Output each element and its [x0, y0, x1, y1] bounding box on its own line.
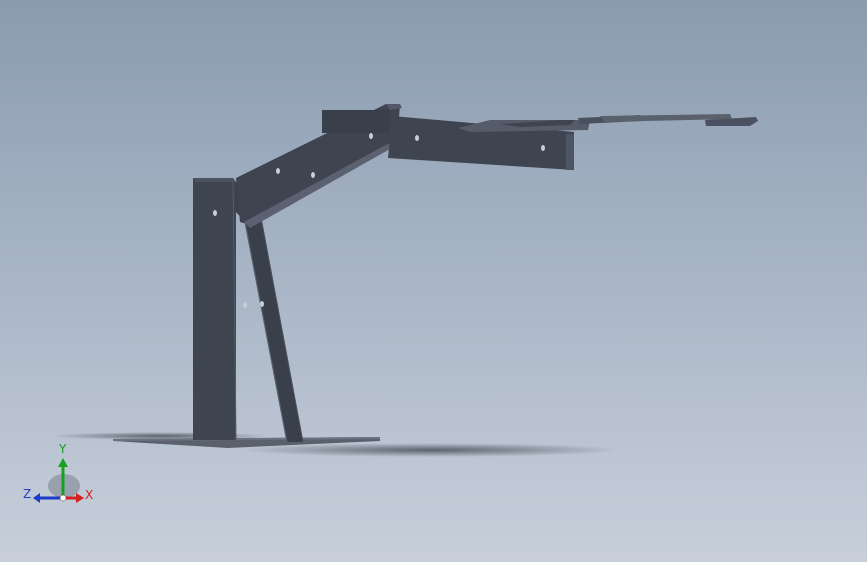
vertical-column [193, 177, 237, 441]
y-axis-label: Y [59, 442, 67, 456]
z-axis-label: Z [23, 487, 32, 501]
x-axis-label: X [85, 488, 94, 502]
top-plate-block [322, 110, 390, 133]
bracket-model[interactable] [0, 0, 867, 562]
coordinate-triad: Y X Z [20, 440, 100, 510]
floor-shadow [240, 443, 620, 457]
end-plate [458, 114, 758, 132]
3d-viewport[interactable]: Y X Z [0, 0, 867, 562]
